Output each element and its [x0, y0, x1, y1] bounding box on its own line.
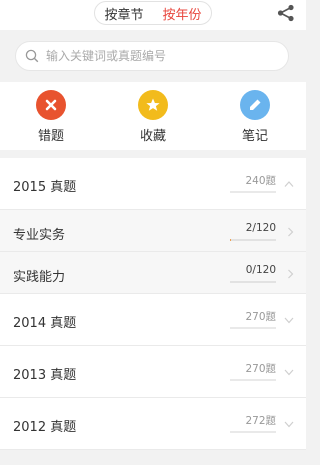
notes-label: 笔记: [241, 129, 268, 144]
chevron-right-icon: [288, 269, 294, 279]
chevron-right-icon: [288, 227, 294, 237]
progress-bar: [230, 191, 276, 193]
pencil-icon: [240, 90, 270, 120]
year-row-2012[interactable]: 2012 真题 272题: [0, 398, 306, 450]
question-count: 270题: [245, 363, 276, 375]
favorites-label: 收藏: [139, 129, 166, 144]
year-title: 2013 真题: [13, 368, 77, 383]
tab-by-year[interactable]: 按年份: [153, 2, 211, 24]
year-title: 2012 真题: [13, 420, 77, 435]
question-count: 270题: [245, 311, 276, 323]
search-input[interactable]: [46, 49, 266, 63]
top-bar: 按章节 按年份: [0, 0, 306, 30]
year-row-2013[interactable]: 2013 真题 270题: [0, 346, 306, 398]
year-row-2014[interactable]: 2014 真题 270题: [0, 294, 306, 346]
progress-bar: [230, 431, 276, 433]
year-list: 2015 真题 240题 专业实务 2/120 实践能力 0/120 2014 …: [0, 158, 306, 450]
wrong-questions-button[interactable]: 错题: [0, 82, 102, 150]
quick-actions: 错题 收藏 笔记: [0, 82, 306, 150]
chevron-down-icon: [284, 369, 294, 376]
chevron-down-icon: [284, 421, 294, 428]
chevron-down-icon: [284, 317, 294, 324]
progress-bar: [230, 239, 276, 241]
notes-button[interactable]: 笔记: [204, 82, 306, 150]
progress-bar: [230, 327, 276, 329]
progress-count: 0/120: [245, 264, 276, 276]
favorites-button[interactable]: 收藏: [102, 82, 204, 150]
wrong-questions-label: 错题: [37, 129, 64, 144]
share-icon[interactable]: [276, 4, 296, 22]
star-icon: [138, 90, 168, 120]
subject-title: 实践能力: [13, 270, 66, 285]
close-icon: [36, 90, 66, 120]
progress-bar: [230, 281, 276, 283]
search-icon: [25, 49, 39, 63]
question-count: 240题: [245, 175, 276, 187]
progress-bar: [230, 379, 276, 381]
year-title: 2015 真题: [13, 180, 77, 195]
year-row-2015[interactable]: 2015 真题 240题: [0, 158, 306, 210]
subject-row-practice[interactable]: 专业实务 2/120: [0, 210, 306, 252]
chevron-up-icon: [284, 181, 294, 187]
search-box[interactable]: [15, 41, 289, 71]
subject-row-ability[interactable]: 实践能力 0/120: [0, 252, 306, 294]
subject-title: 专业实务: [13, 228, 66, 243]
tab-by-chapter[interactable]: 按章节: [95, 2, 153, 24]
view-mode-switch: 按章节 按年份: [94, 1, 212, 25]
progress-count: 2/120: [245, 222, 276, 234]
search-area: [0, 30, 306, 82]
question-count: 272题: [245, 415, 276, 427]
year-title: 2014 真题: [13, 316, 77, 331]
